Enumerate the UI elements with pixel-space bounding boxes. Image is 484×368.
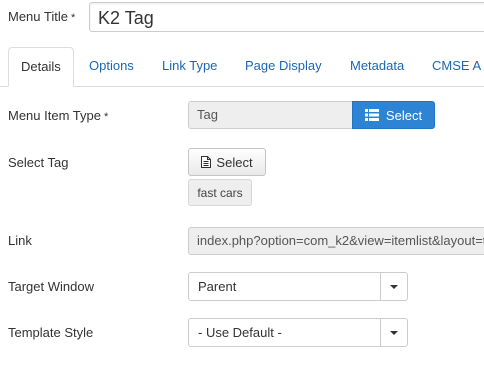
tab-link-type[interactable]: Link Type <box>162 47 217 87</box>
menu-title-value: K2 Tag <box>98 8 154 28</box>
file-icon <box>201 156 212 168</box>
tab-options[interactable]: Options <box>89 47 134 87</box>
select-tag-button-label: Select <box>216 154 253 170</box>
link-label: Link <box>8 233 32 248</box>
template-style-dropdown-toggle[interactable] <box>380 319 407 346</box>
target-window-label: Target Window <box>8 279 94 294</box>
menu-item-type-label-text: Menu Item Type <box>8 108 101 123</box>
selected-tag-text: fast cars <box>197 185 243 200</box>
tab-details[interactable]: Details <box>8 47 74 87</box>
link-value: index.php?option=com_k2&view=itemlist&la… <box>197 233 484 248</box>
menu-title-label: Menu Title * <box>8 9 75 24</box>
list-icon <box>364 109 379 121</box>
menu-item-type-select-button[interactable]: Select <box>352 101 435 129</box>
required-mark: * <box>70 12 76 24</box>
menu-item-type-select-label: Select <box>385 107 423 123</box>
template-style-label: Template Style <box>8 325 94 340</box>
required-mark: * <box>103 111 109 123</box>
select-tag-label: Select Tag <box>8 155 69 170</box>
target-window-dropdown-toggle[interactable] <box>380 273 407 300</box>
menu-title-label-text: Menu Title <box>8 9 68 24</box>
template-style-select[interactable]: - Use Default - <box>188 318 408 347</box>
tab-page-display[interactable]: Page Display <box>245 47 322 87</box>
template-style-value: - Use Default - <box>198 325 282 340</box>
tab-bar: Details Options Link Type Page Display M… <box>0 47 484 87</box>
link-field: index.php?option=com_k2&view=itemlist&la… <box>188 227 484 255</box>
caret-down-icon <box>390 284 398 289</box>
menu-item-type-value: Tag <box>197 107 218 122</box>
select-tag-button[interactable]: Select <box>188 148 266 176</box>
tab-metadata[interactable]: Metadata <box>350 47 404 87</box>
menu-title-input[interactable]: K2 Tag <box>89 2 484 32</box>
target-window-select[interactable]: Parent <box>188 272 408 301</box>
selected-tag-chip[interactable]: fast cars <box>188 179 252 206</box>
menu-item-type-label: Menu Item Type * <box>8 108 108 123</box>
menu-item-type-field: Tag <box>188 101 353 129</box>
caret-down-icon <box>390 330 398 335</box>
target-window-value: Parent <box>198 279 237 294</box>
tab-cmse[interactable]: CMSE A <box>432 47 481 87</box>
